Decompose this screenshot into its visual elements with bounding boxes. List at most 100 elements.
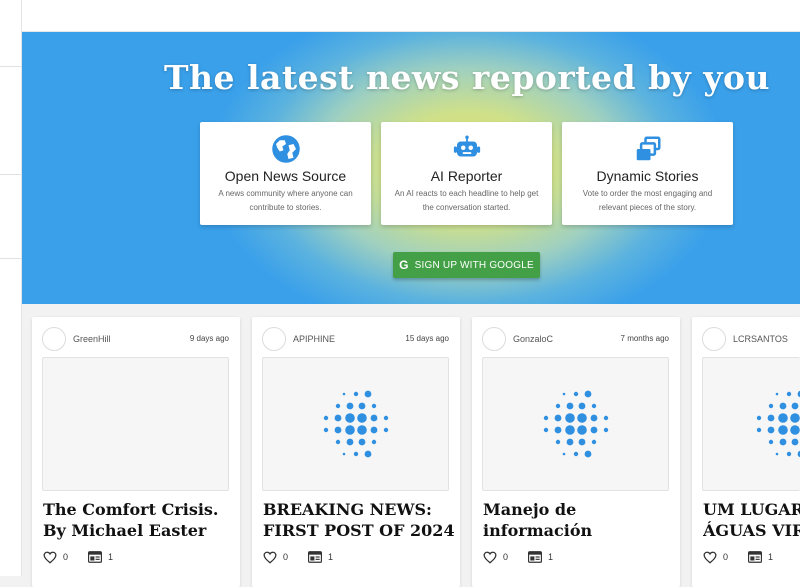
post-author[interactable]: GonzaloC (513, 334, 553, 344)
sphere-dot (342, 452, 345, 456)
post-author[interactable]: GreenHill (73, 334, 111, 344)
sphere-dot (344, 413, 355, 423)
post-thumbnail[interactable] (262, 357, 449, 491)
sphere-dot (590, 426, 597, 434)
sphere-dot (335, 439, 340, 445)
sphere-dot (786, 391, 792, 397)
sphere-dot (578, 402, 585, 410)
comments-count: 1 (108, 552, 114, 562)
post-title[interactable]: Manejo de información (483, 499, 678, 541)
post-author[interactable]: LCRSANTOS (733, 334, 788, 344)
sphere-dot (383, 427, 388, 433)
comments-count: 1 (548, 552, 554, 562)
dotted-sphere-icon (543, 390, 608, 458)
robot-icon (452, 134, 482, 164)
sphere-dot (790, 413, 800, 423)
post-thumbnail[interactable] (42, 357, 229, 491)
heart-icon[interactable] (43, 551, 57, 564)
post-card[interactable]: GonzaloC 7 months ago Manejo de informac… (472, 317, 680, 587)
sphere-dot (554, 414, 561, 422)
sphere-dot (591, 403, 596, 409)
avatar[interactable] (482, 327, 506, 351)
sphere-dot (591, 439, 596, 445)
sphere-dot (323, 415, 328, 421)
avatar[interactable] (42, 327, 66, 351)
post-title[interactable]: UM LUGAR C ÁGUAS VIRT (703, 499, 800, 541)
sphere-dot (564, 413, 575, 423)
sphere-dot (334, 414, 341, 422)
post-stats: 0 1 (43, 549, 113, 565)
sphere-dot (775, 452, 779, 456)
sphere-dot (603, 427, 608, 433)
sphere-dot (346, 402, 353, 410)
sphere-dot (778, 413, 788, 423)
feature-title: AI Reporter (430, 168, 503, 184)
feed-icon[interactable] (748, 551, 763, 563)
post-time: 7 months ago (620, 334, 669, 343)
sphere-dot (370, 426, 377, 434)
globe-icon (271, 134, 301, 164)
sphere-dot (371, 403, 376, 409)
heart-icon[interactable] (263, 551, 277, 564)
feed-icon[interactable] (308, 551, 323, 563)
post-title[interactable]: BREAKING NEWS: FIRST POST OF 2024 (263, 499, 458, 541)
sphere-dot (603, 415, 608, 421)
sphere-dot (383, 415, 388, 421)
sphere-dot (370, 414, 377, 422)
sphere-dot (371, 439, 376, 445)
sphere-dot (356, 425, 367, 435)
feature-title: Open News Source (224, 168, 347, 184)
sphere-dot (353, 451, 358, 457)
post-author[interactable]: APIPHINE (293, 334, 335, 344)
sphere-dot (576, 413, 587, 423)
sphere-dot (791, 438, 799, 446)
post-card[interactable]: GreenHill 9 days ago The Comfort Crisis.… (32, 317, 240, 587)
sphere-dot (346, 438, 353, 446)
feature-card-dynamic-stories: Dynamic Stories Vote to order the most e… (562, 122, 733, 225)
sphere-dot (576, 425, 587, 435)
heart-icon[interactable] (483, 551, 497, 564)
avatar[interactable] (702, 327, 726, 351)
sphere-dot (791, 402, 799, 410)
sphere-dot (334, 426, 341, 434)
sphere-dot (756, 427, 762, 433)
post-card[interactable]: LCRSANTOS UM LUGAR C ÁGUAS VIRT 0 1 (692, 317, 800, 587)
sphere-dot (578, 438, 585, 446)
feed-icon[interactable] (528, 551, 543, 563)
sphere-dot (790, 425, 800, 435)
avatar[interactable] (262, 327, 286, 351)
sphere-dot (767, 414, 775, 422)
sign-up-with-google-button[interactable]: G SIGN UP WITH GOOGLE (393, 252, 540, 278)
post-stats: 0 1 (483, 549, 553, 565)
stacked-windows-icon (633, 134, 663, 164)
sphere-dot (353, 391, 358, 397)
comments-count: 1 (328, 552, 334, 562)
sphere-dot (364, 450, 371, 458)
sphere-dot (554, 426, 561, 434)
feature-description: Vote to order the most engaging and rele… (582, 189, 713, 212)
sphere-dot (779, 438, 787, 446)
sphere-dot (566, 402, 573, 410)
sphere-dot (779, 402, 787, 410)
sidebar-divider (0, 258, 22, 259)
post-thumbnail[interactable] (702, 357, 800, 491)
sphere-dot (555, 439, 560, 445)
feed-icon[interactable] (88, 551, 103, 563)
likes-count: 0 (723, 552, 729, 562)
feature-description: An AI reacts to each headline to help ge… (394, 189, 539, 212)
sphere-dot (555, 403, 560, 409)
sphere-dot (768, 439, 774, 445)
sphere-dot (584, 450, 591, 458)
heart-icon[interactable] (703, 551, 717, 564)
post-title[interactable]: The Comfort Crisis. By Michael Easter (43, 499, 238, 541)
dotted-sphere-icon (756, 390, 800, 458)
sphere-dot (573, 391, 578, 397)
sign-up-label: SIGN UP WITH GOOGLE (414, 259, 534, 271)
sphere-dot (543, 427, 548, 433)
dotted-sphere-icon (323, 390, 388, 458)
post-card[interactable]: APIPHINE 15 days ago BREAKING NEWS: FIRS… (252, 317, 460, 587)
post-thumbnail[interactable] (482, 357, 669, 491)
sphere-dot (356, 413, 367, 423)
post-time: 15 days ago (405, 334, 449, 343)
sphere-dot (786, 451, 792, 457)
